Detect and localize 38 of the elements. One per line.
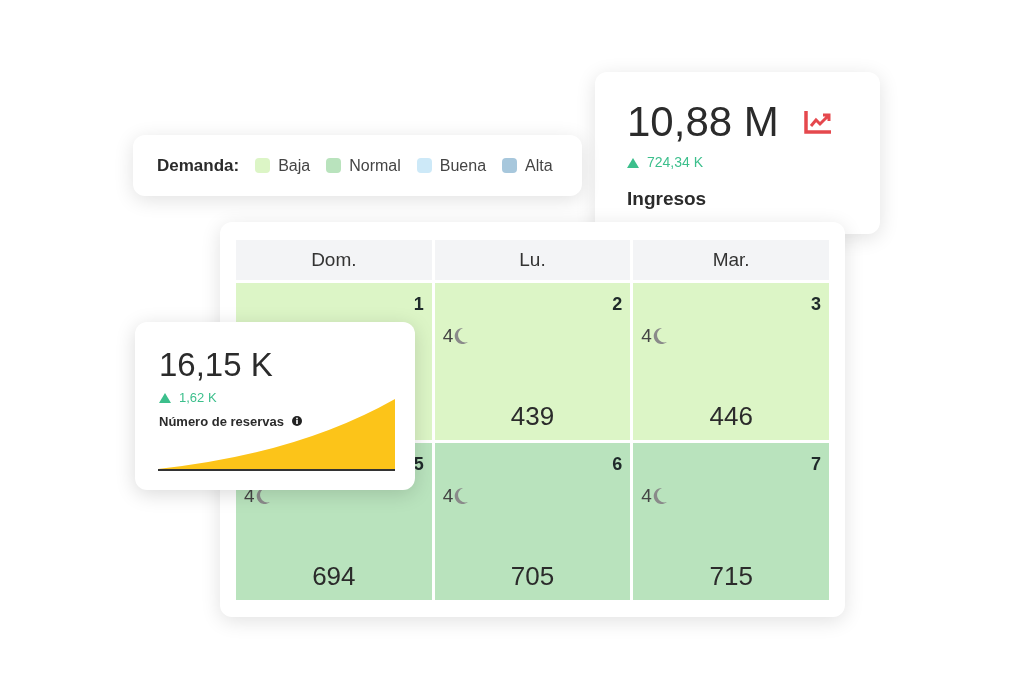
- day-number: 7: [811, 453, 821, 476]
- legend-title: Demanda:: [157, 154, 240, 177]
- up-triangle-icon: [159, 392, 171, 403]
- bookings-value: 16,15 K: [159, 346, 273, 384]
- trend-chart-icon: [802, 109, 833, 135]
- up-triangle-icon: [627, 157, 639, 168]
- legend-label: Alta: [525, 155, 553, 176]
- nights-count: 4: [641, 484, 652, 508]
- bookings-count: 705: [510, 560, 555, 593]
- day-number: 5: [413, 453, 424, 476]
- nights-count: 4: [442, 484, 454, 508]
- legend-label: Baja: [278, 155, 311, 176]
- legend-label: Normal: [349, 155, 401, 176]
- weekday-header: Mar.: [633, 240, 829, 280]
- day-number: 6: [612, 453, 623, 476]
- weekday-header: Lu.: [434, 240, 631, 280]
- moon-icon: [254, 487, 271, 506]
- moon-icon: [453, 327, 470, 346]
- bookings-label: Número de reservas: [159, 412, 284, 431]
- revenue-label: Ingresos: [627, 187, 707, 211]
- moon-icon: [651, 327, 668, 346]
- bookings-count: 446: [709, 400, 753, 433]
- legend-label: Buena: [439, 155, 487, 176]
- bookings-delta: 1,62 K: [179, 389, 217, 407]
- revenue-value: 10,88 M: [627, 97, 779, 147]
- revenue-delta: 724,34 K: [647, 153, 704, 172]
- bookings-count: 694: [312, 560, 356, 593]
- nights-count: 4: [442, 324, 454, 348]
- info-icon: [292, 416, 302, 427]
- day-number: 2: [612, 293, 623, 316]
- moon-icon: [453, 487, 470, 506]
- day-number: 1: [413, 293, 424, 316]
- moon-icon: [651, 487, 668, 506]
- bookings-count: 439: [510, 400, 555, 433]
- day-number: 3: [811, 293, 821, 316]
- bookings-count: 715: [709, 560, 753, 593]
- weekday-header: Dom.: [236, 240, 432, 280]
- nights-count: 4: [641, 324, 652, 348]
